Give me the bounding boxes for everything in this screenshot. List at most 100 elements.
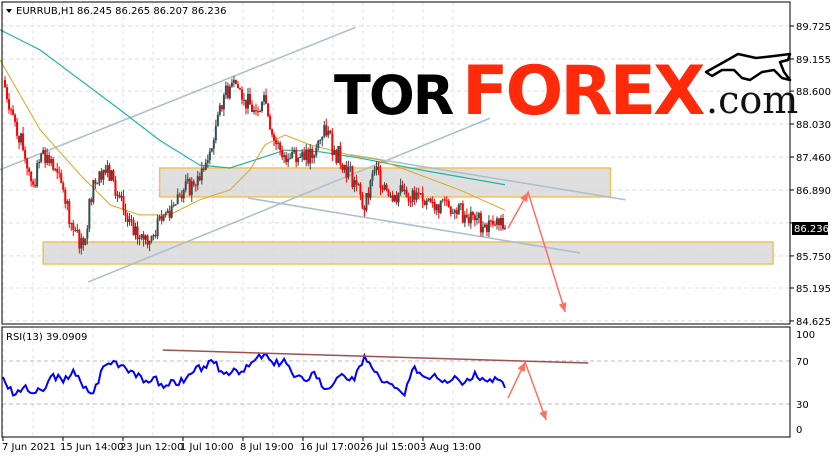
candle-body (154, 235, 157, 237)
torforex-logo: TOR FOREX .com (334, 52, 804, 131)
candle-body (289, 158, 292, 160)
candle-body (244, 99, 247, 109)
candle-body (80, 237, 83, 249)
candle-body (471, 211, 474, 216)
candle-body (126, 216, 129, 222)
candle-body (182, 189, 185, 199)
candle-body (273, 134, 276, 141)
rsi-frame (1, 326, 791, 438)
candle-body (267, 103, 270, 117)
candle-body (90, 199, 93, 203)
candle-body (134, 226, 137, 236)
candle-body (269, 116, 272, 130)
candle-body (327, 130, 330, 136)
rsi-level-label: 100 (796, 330, 815, 341)
candle-body (200, 168, 203, 181)
candle-body (198, 176, 201, 181)
candle-body (114, 180, 117, 196)
candle-body (435, 204, 438, 211)
candle-body (138, 237, 141, 240)
candle-body (349, 166, 352, 168)
candle-body (150, 235, 153, 241)
candle-body (4, 80, 7, 88)
candle-body (353, 180, 356, 187)
candle-body (479, 213, 482, 233)
candle-body (174, 204, 177, 206)
candle-body (104, 169, 107, 173)
candle-body (228, 86, 231, 99)
candle-body (285, 155, 288, 163)
candle-body (417, 192, 420, 195)
candle-body (373, 169, 376, 174)
candle-body (255, 110, 258, 112)
candle-body (108, 165, 111, 181)
candle-body (44, 150, 47, 164)
candle-body (94, 180, 97, 184)
time-tick-label: 16 Jul 17:00 (300, 442, 360, 453)
rsi-level-label: 0 (796, 425, 802, 436)
candle-body (40, 153, 43, 162)
candle-body (234, 80, 237, 85)
price-tick-label: 89.725 (796, 22, 831, 33)
candle-body (337, 145, 340, 163)
candle-body (68, 201, 71, 224)
candle-body (246, 93, 249, 109)
candle-body (297, 157, 300, 163)
candle-body (10, 109, 13, 111)
candle-body (204, 162, 207, 170)
candle-body (112, 170, 115, 181)
candle-body (18, 135, 21, 143)
candle-body (26, 158, 29, 169)
candle-body (265, 95, 268, 104)
candle-body (407, 197, 410, 202)
candle-body (102, 169, 105, 180)
candle-body (6, 87, 9, 100)
candle-body (411, 190, 414, 203)
candle-body (263, 95, 266, 102)
candle-body (184, 181, 187, 190)
candle-body (192, 181, 195, 185)
candle-body (493, 224, 496, 226)
candle-body (160, 216, 163, 221)
candle-body (413, 190, 416, 200)
candle-body (66, 201, 69, 204)
candle-body (70, 223, 73, 225)
candle-body (226, 85, 229, 99)
candle-body (335, 150, 338, 163)
candle-body (78, 229, 81, 249)
candle-body (180, 195, 183, 199)
candle-body (307, 149, 310, 164)
candle-body (419, 193, 422, 195)
candle-body (206, 160, 209, 163)
dropdown-arrow-icon[interactable] (6, 9, 12, 13)
candle-body (170, 205, 173, 218)
candle-body (359, 184, 362, 195)
candle-body (261, 101, 264, 111)
candle-body (52, 158, 55, 170)
candle-body (371, 173, 374, 181)
candle-body (148, 240, 151, 245)
candle-body (253, 110, 255, 112)
candle-body (477, 213, 480, 219)
candle-body (76, 229, 79, 232)
candle-body (329, 130, 332, 134)
candle-body (487, 220, 490, 232)
candle-body (299, 157, 302, 159)
candle-body (224, 85, 227, 96)
candle-body (54, 168, 57, 170)
candle-body (481, 226, 484, 233)
candle-body (156, 218, 159, 237)
candle-body (30, 171, 33, 182)
candle-body (168, 210, 171, 218)
candle-body (293, 150, 296, 153)
candle-body (491, 220, 494, 225)
candle-body (250, 104, 253, 112)
candle-body (431, 202, 434, 204)
candle-body (357, 184, 360, 186)
candle-body (60, 173, 63, 184)
candle-body (429, 198, 432, 203)
price-tick-label: 86.890 (796, 186, 831, 197)
candle-body (14, 114, 17, 122)
candle-body (50, 158, 53, 164)
rsi-label: RSI(13) 39.0909 (6, 332, 87, 343)
